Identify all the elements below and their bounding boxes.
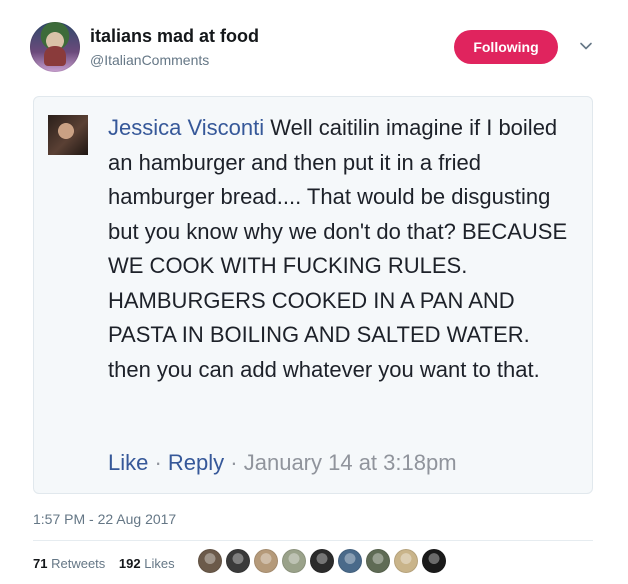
separator-dot: ·: [224, 450, 244, 475]
author-name[interactable]: italians mad at food: [90, 26, 259, 47]
following-button[interactable]: Following: [454, 30, 558, 64]
tweet-timestamp[interactable]: 1:57 PM - 22 Aug 2017: [33, 511, 176, 527]
likes-count: 192: [118, 556, 141, 571]
liker-avatar-9[interactable]: [422, 549, 446, 573]
comment-time: January 14 at 3:18pm: [243, 450, 457, 475]
retweets-stat[interactable]: 71 Retweets: [33, 556, 105, 571]
liker-avatar-8[interactable]: [394, 549, 418, 573]
liker-avatar-2[interactable]: [226, 549, 250, 573]
retweets-count: 71: [33, 556, 48, 571]
likes-stat[interactable]: 192 Likes: [119, 556, 175, 571]
facebook-comment-screenshot: Jessica Visconti Well caitilin imagine i…: [33, 96, 593, 494]
tweet-header: italians mad at food @ItalianComments Fo…: [30, 22, 610, 78]
comment-text: Well caitilin imagine if I boiled an ham…: [108, 115, 568, 347]
commenter-name: Jessica Visconti: [108, 115, 265, 140]
liker-avatar-6[interactable]: [338, 549, 362, 573]
liker-avatar-3[interactable]: [254, 549, 278, 573]
comment-like-link: Like: [108, 450, 149, 475]
liker-avatars: [198, 549, 446, 577]
tweet-stats: 71 Retweets 192 Likes: [33, 556, 185, 571]
liker-avatar-1[interactable]: [198, 549, 222, 573]
chevron-down-icon[interactable]: [576, 36, 596, 56]
comment-actions: Like · Reply · January 14 at 3:18pm: [108, 450, 457, 476]
comment-body: Jessica Visconti Well caitilin imagine i…: [108, 111, 578, 387]
separator-dot: ·: [148, 450, 168, 475]
author-avatar[interactable]: [30, 22, 80, 72]
author-handle[interactable]: @ItalianComments: [90, 52, 209, 68]
likes-label: Likes: [144, 556, 175, 571]
comment-reply-link: Reply: [167, 450, 225, 475]
commenter-avatar: [48, 115, 88, 155]
liker-avatar-5[interactable]: [310, 549, 334, 573]
liker-avatar-7[interactable]: [366, 549, 390, 573]
liker-avatar-4[interactable]: [282, 549, 306, 573]
retweets-label: Retweets: [51, 556, 106, 571]
comment-text-line-2: then you can add whatever you want to th…: [108, 356, 540, 382]
divider: [33, 540, 593, 541]
